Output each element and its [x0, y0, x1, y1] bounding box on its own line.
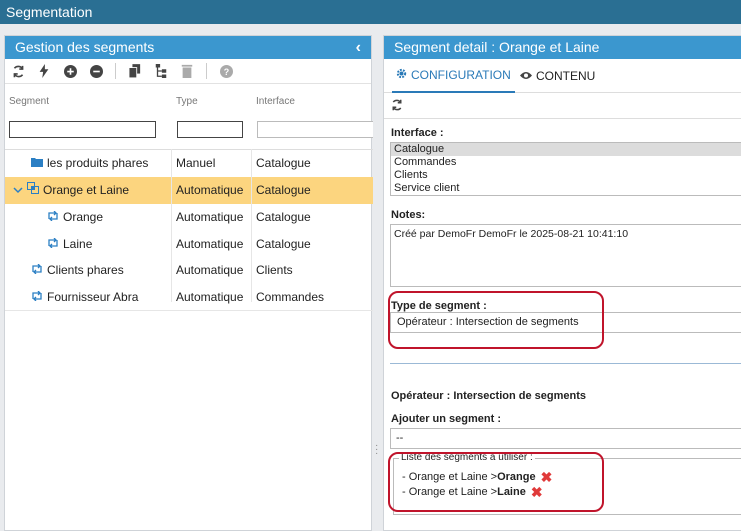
segment-interface: Clients	[256, 263, 293, 277]
segment-name: Laine	[63, 237, 93, 251]
segment-filter-input[interactable]	[9, 121, 156, 138]
notes-field[interactable]: Créé par DemoFr DemoFr le 2025-08-21 10:…	[390, 224, 741, 287]
segment-interface: Catalogue	[256, 183, 311, 197]
table-row[interactable]: Laine Automatique Catalogue	[5, 231, 373, 258]
operator-title: Opérateur : Intersection de segments	[391, 390, 586, 402]
column-divider	[171, 149, 172, 302]
segment-toolbar: ?	[5, 59, 371, 84]
right-panel-header: Segment detail : Orange et Laine	[384, 36, 741, 59]
tab-configuration[interactable]: CONFIGURATION	[392, 59, 515, 93]
interface-option[interactable]: Service client	[391, 182, 741, 195]
segment-type: Automatique	[176, 237, 244, 251]
app-title-bar: Segmentation	[0, 0, 741, 24]
copy-icon[interactable]	[128, 64, 142, 78]
add-segment-label: Ajouter un segment :	[391, 413, 502, 425]
segment-name: Fournisseur Abra	[47, 290, 139, 304]
gear-icon	[396, 58, 407, 92]
panel-splitter-handle[interactable]: · · ·	[375, 441, 378, 459]
table-row[interactable]: Orange Automatique Catalogue	[5, 204, 373, 231]
segment-type: Automatique	[176, 210, 244, 224]
column-divider	[251, 149, 252, 302]
segment-interface: Catalogue	[256, 210, 311, 224]
segment-name: les produits phares	[47, 156, 149, 170]
refresh-icon[interactable]	[11, 64, 25, 78]
list-highlight-annotation	[388, 452, 604, 512]
table-row[interactable]: Fournisseur Abra Automatique Commandes	[5, 284, 373, 311]
table-row[interactable]: les produits phares Manuel Catalogue	[5, 150, 373, 177]
add-circle-icon[interactable]	[63, 64, 77, 78]
lightning-icon[interactable]	[37, 64, 51, 78]
segment-type: Automatique	[176, 263, 244, 277]
type-filter-input[interactable]	[177, 121, 243, 138]
app-title: Segmentation	[6, 4, 93, 20]
help-icon[interactable]: ?	[219, 64, 233, 78]
tab-configuration-label: CONFIGURATION	[411, 68, 511, 82]
refresh-icon[interactable]	[391, 99, 403, 114]
interface-option[interactable]: Catalogue	[391, 143, 741, 156]
segment-type: Automatique	[176, 183, 244, 197]
column-header-segment[interactable]: Segment	[9, 96, 49, 107]
segment-interface: Catalogue	[256, 156, 311, 170]
toolbar-divider	[206, 63, 207, 79]
interface-option[interactable]: Commandes	[391, 156, 741, 169]
eye-icon	[520, 59, 532, 93]
interface-label: Interface :	[391, 127, 444, 139]
notes-value: Créé par DemoFr DemoFr le 2025-08-21 10:…	[394, 228, 629, 240]
sync-icon	[31, 257, 43, 284]
tab-contenu[interactable]: CONTENU	[520, 59, 595, 93]
left-panel-header: Gestion des segments ‹	[5, 36, 371, 59]
section-divider	[390, 363, 741, 364]
folder-icon	[31, 150, 43, 177]
toolbar-divider	[384, 118, 741, 119]
interface-filter-input[interactable]	[257, 121, 373, 138]
collapse-panel-icon[interactable]: ‹	[356, 36, 361, 59]
add-segment-value: --	[396, 432, 404, 444]
trash-icon[interactable]	[180, 64, 194, 78]
column-header-type[interactable]: Type	[176, 96, 198, 107]
tab-contenu-label: CONTENU	[536, 69, 596, 83]
left-panel-title: Gestion des segments	[15, 39, 155, 55]
detail-tabs: CONFIGURATION CONTENU	[384, 59, 741, 93]
segment-management-panel: Gestion des segments ‹ ? Segment Type In…	[4, 35, 373, 531]
segment-name: Clients phares	[47, 263, 124, 277]
table-row-selected[interactable]: Orange et Laine Automatique Catalogue	[5, 177, 373, 204]
right-panel-title: Segment detail : Orange et Laine	[394, 39, 600, 55]
svg-text:?: ?	[223, 66, 228, 76]
chevron-down-icon[interactable]	[13, 177, 23, 204]
toolbar-divider	[115, 63, 116, 79]
interface-listbox[interactable]: Catalogue Commandes Clients Service clie…	[390, 142, 741, 196]
remove-circle-icon[interactable]	[89, 64, 103, 78]
segment-interface: Commandes	[256, 290, 325, 304]
segment-detail-panel: Segment detail : Orange et Laine CONFIGU…	[383, 35, 741, 531]
add-segment-select[interactable]: --	[390, 428, 741, 449]
segment-name: Orange	[63, 210, 104, 224]
sync-icon	[31, 284, 43, 311]
sync-icon	[47, 231, 59, 258]
sync-icon	[47, 204, 59, 231]
segment-type: Automatique	[176, 290, 244, 304]
hierarchy-icon[interactable]	[154, 64, 168, 78]
interface-option[interactable]: Clients	[391, 169, 741, 182]
intersection-icon	[27, 177, 39, 204]
type-highlight-annotation	[388, 291, 604, 349]
column-header-interface[interactable]: Interface	[256, 96, 295, 107]
table-row[interactable]: Clients phares Automatique Clients	[5, 257, 373, 284]
segment-name: Orange et Laine	[43, 183, 130, 197]
segment-interface: Catalogue	[256, 237, 311, 251]
segment-type: Manuel	[176, 156, 216, 170]
notes-label: Notes:	[391, 209, 426, 221]
